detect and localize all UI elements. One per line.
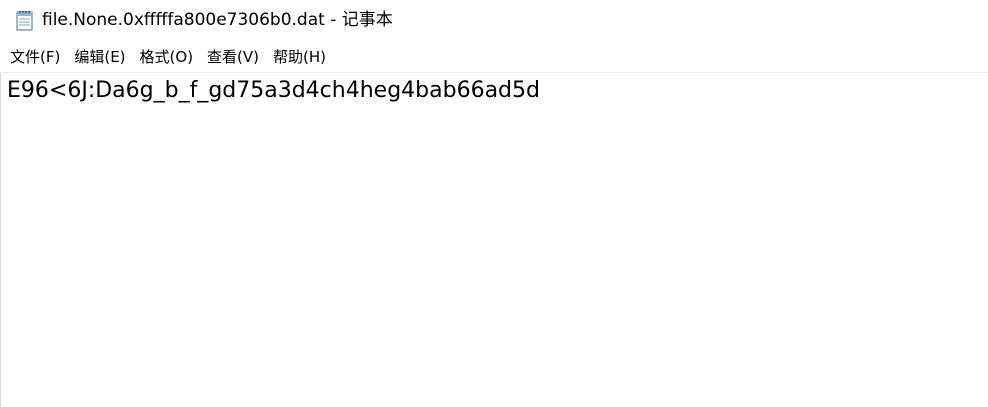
- menu-bar: 文件(F) 编辑(E) 格式(O) 查看(V) 帮助(H): [0, 44, 988, 70]
- menu-file[interactable]: 文件(F): [10, 46, 67, 68]
- notepad-window: file.None.0xfffffa800e7306b0.dat - 记事本 文…: [0, 0, 988, 407]
- window-title: file.None.0xfffffa800e7306b0.dat - 记事本: [42, 10, 393, 30]
- editor-content[interactable]: E96<6J:Da6g_b_f_gd75a3d4ch4heg4bab66ad5d: [7, 77, 540, 105]
- menu-format[interactable]: 格式(O): [140, 46, 201, 68]
- menu-view[interactable]: 查看(V): [207, 46, 266, 68]
- menu-help[interactable]: 帮助(H): [273, 46, 333, 68]
- text-editor-area[interactable]: [0, 73, 988, 407]
- menu-edit[interactable]: 编辑(E): [74, 46, 132, 68]
- title-bar[interactable]: file.None.0xfffffa800e7306b0.dat - 记事本: [0, 0, 988, 40]
- notepad-icon: [15, 9, 35, 31]
- editor-left-border: [0, 73, 3, 407]
